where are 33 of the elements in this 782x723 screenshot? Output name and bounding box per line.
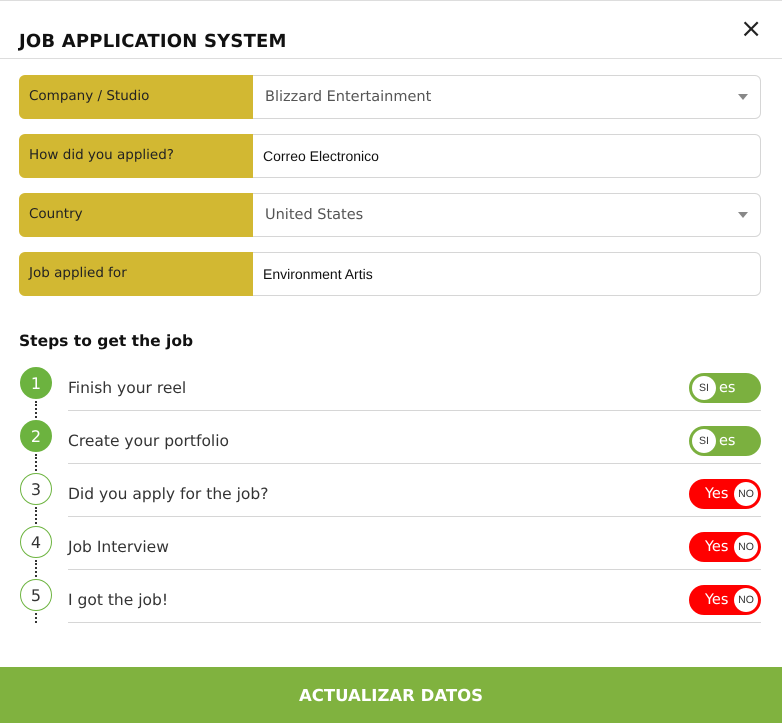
caret-icon xyxy=(738,94,748,100)
step-label: Finish your reel xyxy=(68,378,186,396)
toggle-switch[interactable]: Yes NO xyxy=(689,584,761,614)
step-number: 3 xyxy=(20,473,52,505)
dropdown[interactable]: Blizzard Entertainment xyxy=(253,75,761,119)
step-number: 2 xyxy=(20,420,52,452)
toggle-knob[interactable]: SI xyxy=(692,428,716,452)
step-label: Did you apply for the job? xyxy=(68,484,268,502)
step-number: 4 xyxy=(20,526,52,558)
close-button[interactable]: × xyxy=(738,16,764,42)
toggle-knob[interactable]: SI xyxy=(692,376,716,400)
toggle-switch[interactable]: SI es xyxy=(689,372,761,402)
window-title: JOB APPLICATION SYSTEM xyxy=(19,31,287,52)
step-number: 1 xyxy=(20,367,52,399)
toggle-knob[interactable]: NO xyxy=(734,534,758,558)
input-field[interactable]: Environment Artis xyxy=(253,252,761,296)
section-heading: Steps to get the job xyxy=(19,332,194,350)
toggle-switch[interactable]: Yes NO xyxy=(689,478,761,508)
caret-icon xyxy=(738,212,748,218)
field-label: How did you applied? xyxy=(19,134,253,178)
toggle-switch[interactable]: SI es xyxy=(689,426,761,456)
toggle-knob[interactable]: NO xyxy=(734,588,758,612)
input-field[interactable]: Correo Electronico xyxy=(253,134,761,178)
step-number: 5 xyxy=(20,579,52,611)
step-label: Job Interview xyxy=(68,538,169,556)
toggle-knob[interactable]: NO xyxy=(734,482,758,506)
field-label: Company / Studio xyxy=(19,75,253,119)
toggle-switch[interactable]: Yes NO xyxy=(689,532,761,562)
step-label: Create your portfolio xyxy=(68,432,230,450)
dropdown[interactable]: United States xyxy=(253,193,761,237)
field-label: Job applied for xyxy=(19,252,253,296)
step-label: I got the job! xyxy=(68,590,168,608)
field-label: Country xyxy=(19,193,253,237)
